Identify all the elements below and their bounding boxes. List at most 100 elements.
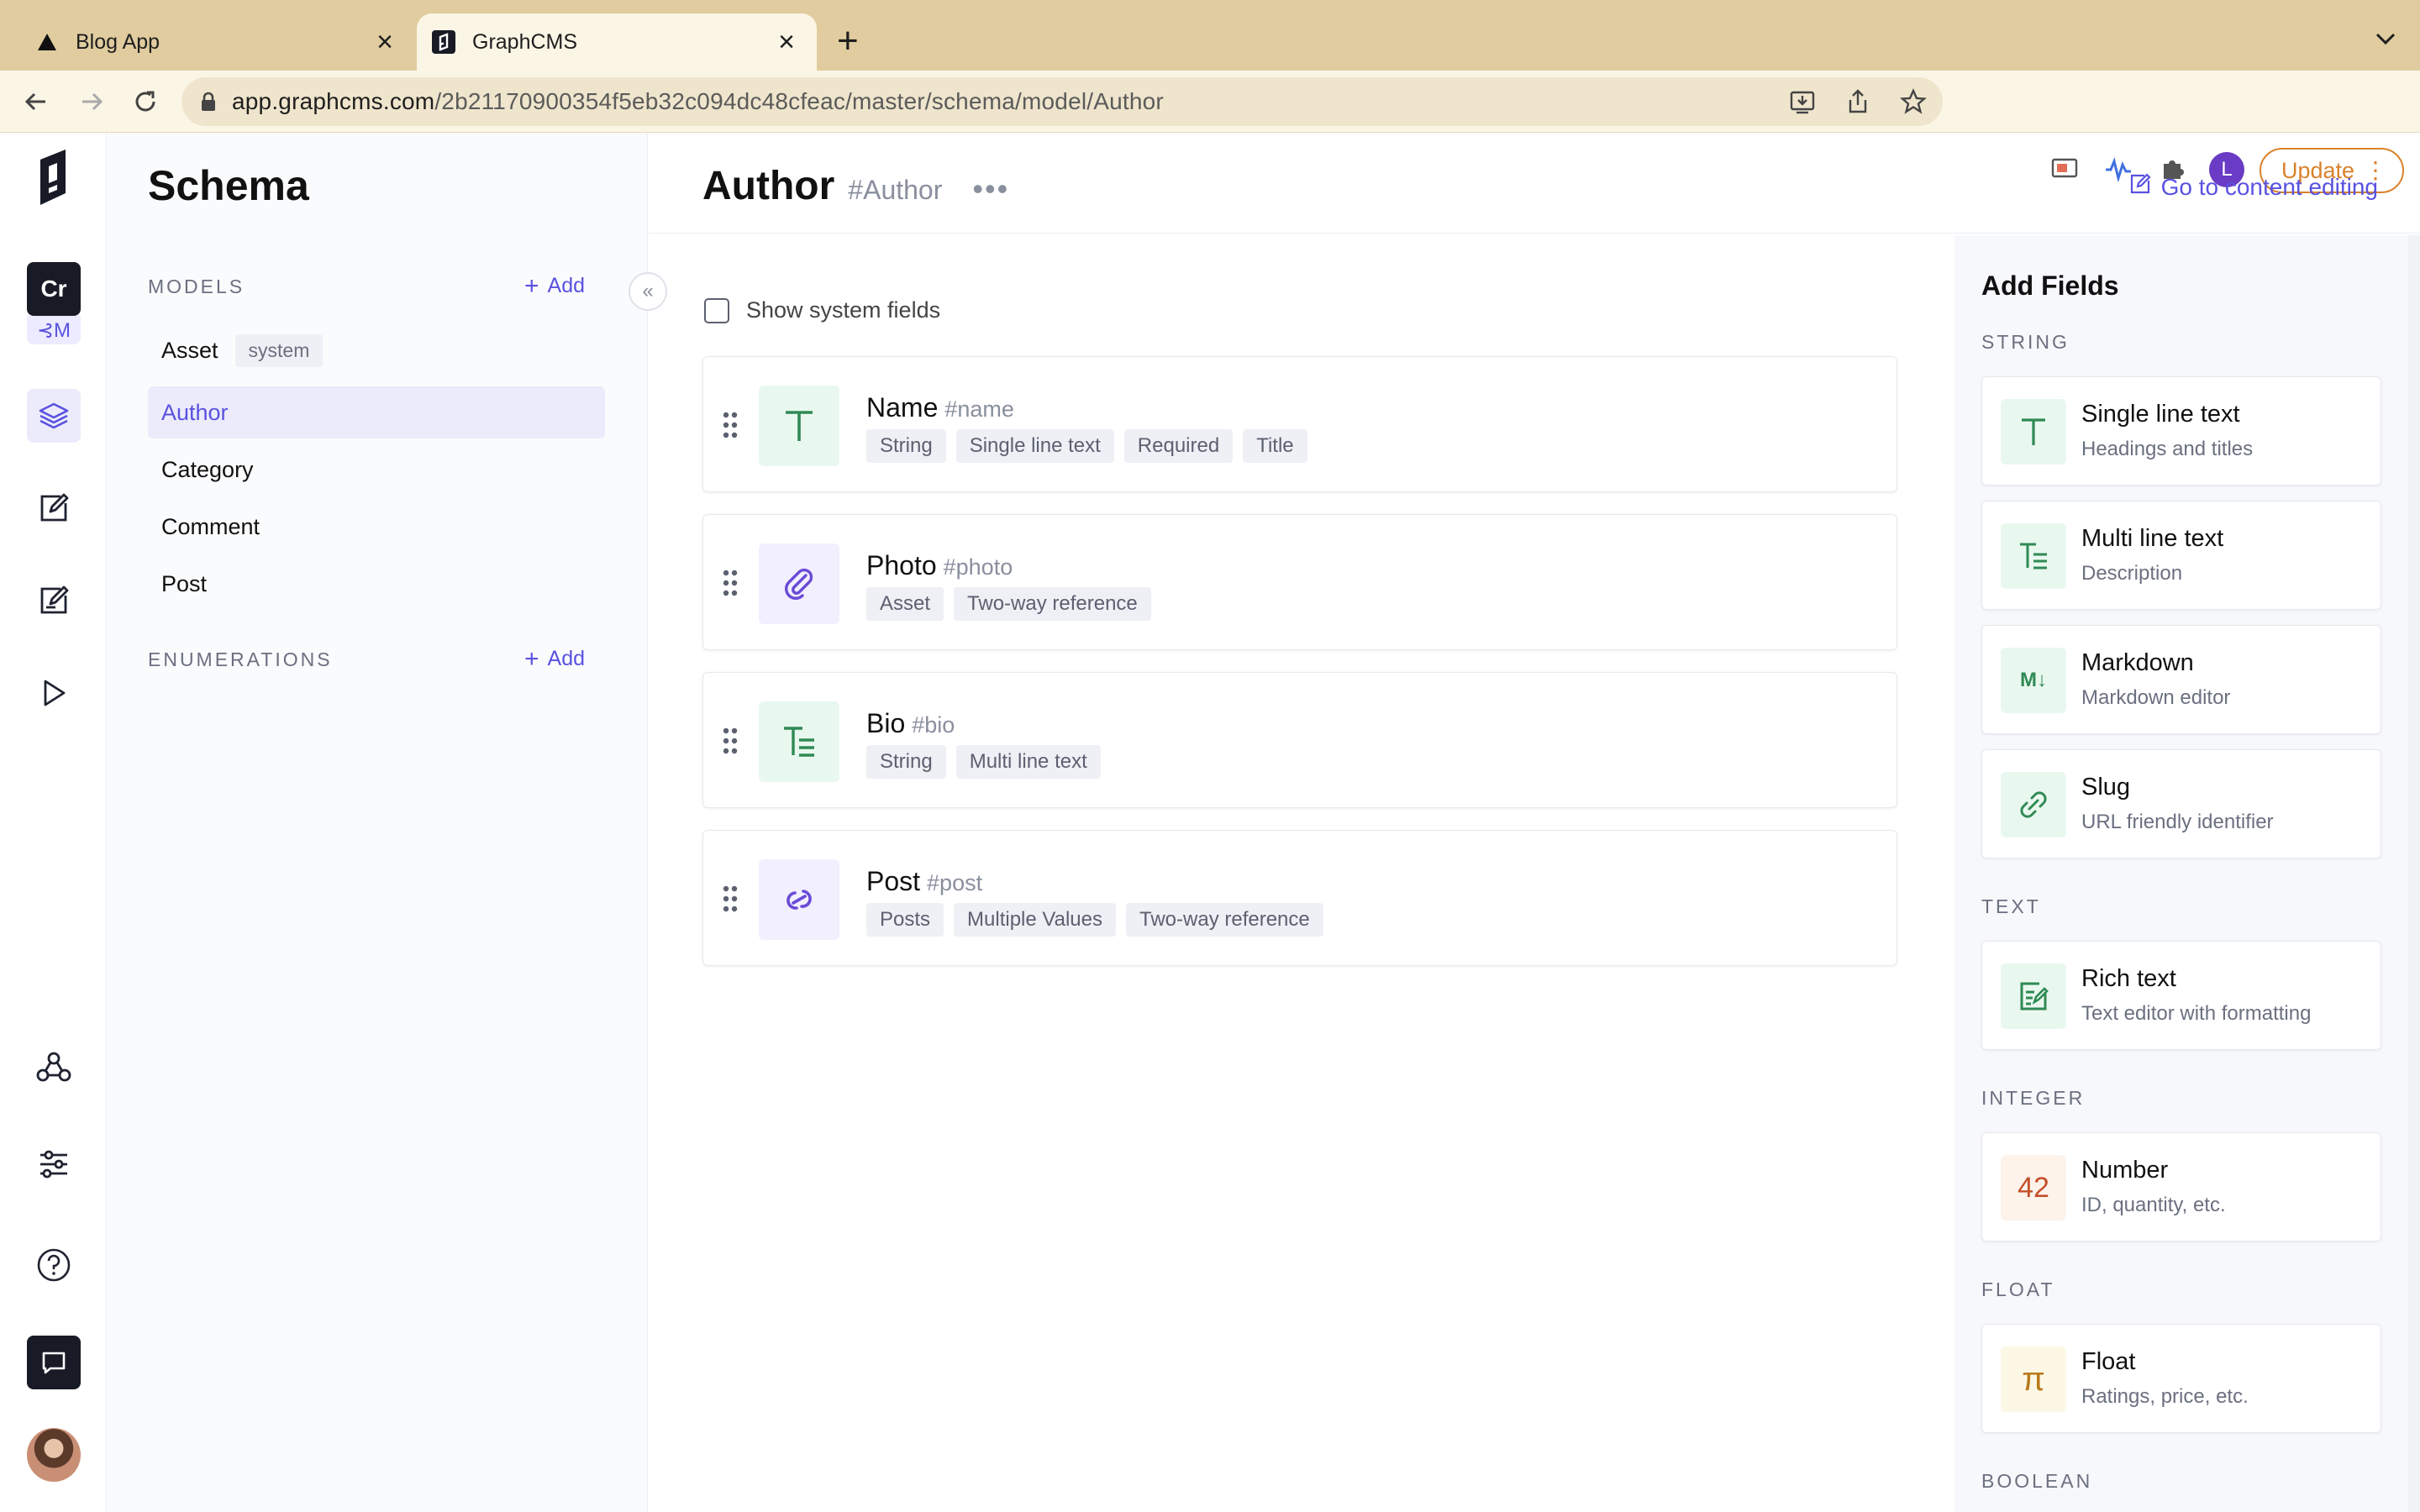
pi-glyph: π bbox=[2022, 1360, 2045, 1398]
api-playground-play-icon[interactable] bbox=[27, 666, 81, 720]
field-name: Post bbox=[866, 866, 921, 896]
user-avatar[interactable] bbox=[27, 1428, 81, 1482]
section-integer: INTEGER bbox=[1981, 1087, 2086, 1109]
field-tag: Posts bbox=[866, 903, 944, 937]
sidebar-item-post[interactable]: Post bbox=[148, 558, 605, 610]
chat-support-icon[interactable] bbox=[27, 1336, 81, 1389]
system-badge: system bbox=[234, 333, 324, 367]
sidebar-item-comment[interactable]: Comment bbox=[148, 501, 605, 553]
browser-tab-bar: Blog App × GraphCMS × + bbox=[0, 0, 2420, 71]
sidebar-title: Schema bbox=[148, 162, 309, 209]
field-tag: Two-way reference bbox=[1126, 903, 1323, 937]
close-tab-icon[interactable]: × bbox=[770, 26, 803, 59]
field-name: Name bbox=[866, 392, 939, 423]
field-row-photo[interactable]: Photo #photo Asset Two-way reference bbox=[702, 514, 1897, 650]
add-field-single-line-text[interactable]: Single line text Headings and titles bbox=[1981, 376, 2381, 486]
field-type-name: Multi line text bbox=[2081, 525, 2224, 552]
field-name: Bio bbox=[866, 708, 906, 738]
drag-handle-icon[interactable] bbox=[722, 727, 739, 755]
content-edit-icon[interactable] bbox=[27, 481, 81, 535]
chain-link-icon bbox=[2001, 772, 2066, 837]
settings-sliders-icon[interactable] bbox=[27, 1137, 81, 1191]
field-type-name: Number bbox=[2081, 1157, 2169, 1184]
add-fields-panel: Add Fields STRING Single line text Headi… bbox=[1954, 235, 2408, 1512]
graphcms-logo-icon[interactable] bbox=[27, 150, 81, 205]
add-field-rich-text[interactable]: Rich text Text editor with formatting bbox=[1981, 941, 2381, 1050]
sidebar-item-asset[interactable]: Asset system bbox=[148, 324, 605, 376]
model-api-id: #Author bbox=[848, 175, 943, 205]
field-api-id: #photo bbox=[943, 554, 1013, 580]
go-to-content-editing-link[interactable]: Go to content editing bbox=[2129, 173, 2378, 201]
plus-icon: + bbox=[524, 644, 539, 673]
share-icon[interactable] bbox=[1842, 86, 1874, 118]
schema-layers-icon[interactable] bbox=[27, 389, 81, 443]
field-tag: Multiple Values bbox=[954, 903, 1116, 937]
add-field-number[interactable]: 42 Number ID, quantity, etc. bbox=[1981, 1132, 2381, 1242]
content-edit-alt-icon[interactable] bbox=[27, 574, 81, 627]
field-api-id: #bio bbox=[912, 712, 955, 738]
add-field-slug[interactable]: Slug URL friendly identifier bbox=[1981, 749, 2381, 858]
lock-icon[interactable] bbox=[200, 92, 217, 112]
tab-graphcms[interactable]: GraphCMS × bbox=[417, 13, 817, 71]
models-section-label: MODELS bbox=[148, 276, 245, 297]
field-type-name: Slug bbox=[2081, 774, 2131, 801]
field-tag: Multi line text bbox=[955, 745, 1101, 779]
install-app-icon[interactable] bbox=[1786, 86, 1818, 118]
add-label: Add bbox=[547, 647, 586, 670]
address-bar[interactable]: app.graphcms.com/2b21170900354f5eb32c094… bbox=[182, 77, 1943, 126]
bookmark-star-icon[interactable] bbox=[1897, 86, 1929, 118]
sidebar-item-author[interactable]: Author bbox=[148, 386, 605, 438]
plus-icon: + bbox=[524, 271, 539, 300]
project-switcher[interactable]: Cr bbox=[27, 262, 81, 316]
drag-handle-icon[interactable] bbox=[722, 569, 739, 597]
field-tag: Required bbox=[1123, 429, 1234, 463]
system-fields-checkbox[interactable] bbox=[704, 297, 729, 323]
field-type-name: Float bbox=[2081, 1348, 2136, 1375]
number-42-icon: 42 bbox=[2001, 1155, 2066, 1221]
environment-badge[interactable]: ⊰M bbox=[27, 316, 81, 344]
section-boolean: BOOLEAN bbox=[1981, 1470, 2093, 1492]
tab-search-chevron-icon[interactable] bbox=[2375, 25, 2396, 51]
back-arrow-icon[interactable] bbox=[15, 81, 57, 123]
add-fields-title: Add Fields bbox=[1981, 270, 2119, 301]
enumerations-section-label: ENUMERATIONS bbox=[148, 648, 333, 670]
field-type-name: Markdown bbox=[2081, 649, 2194, 676]
sidebar-item-category[interactable]: Category bbox=[148, 444, 605, 496]
tab-blog-app[interactable]: Blog App × bbox=[20, 13, 415, 71]
webhooks-icon[interactable] bbox=[27, 1040, 81, 1094]
field-api-id: #name bbox=[944, 396, 1014, 422]
add-field-markdown[interactable]: M↓ Markdown Markdown editor bbox=[1981, 625, 2381, 734]
field-tag: String bbox=[866, 429, 946, 463]
add-field-multi-line-text[interactable]: Multi line text Description bbox=[1981, 501, 2381, 610]
forward-arrow-icon[interactable] bbox=[71, 81, 113, 123]
field-tag: Title bbox=[1243, 429, 1307, 463]
triangle-logo-icon bbox=[35, 30, 59, 54]
show-system-fields-toggle[interactable]: Show system fields bbox=[704, 297, 940, 323]
add-enumeration-button[interactable]: + Add bbox=[524, 644, 586, 673]
field-type-name: Single line text bbox=[2081, 401, 2240, 428]
number-glyph: 42 bbox=[2018, 1171, 2049, 1204]
reload-icon[interactable] bbox=[124, 81, 166, 123]
field-type-desc: ID, quantity, etc. bbox=[2081, 1194, 2226, 1216]
field-row-bio[interactable]: Bio #bio String Multi line text bbox=[702, 672, 1897, 808]
field-type-desc: Text editor with formatting bbox=[2081, 1002, 2312, 1025]
section-float: FLOAT bbox=[1981, 1278, 2055, 1300]
new-tab-plus-icon[interactable]: + bbox=[837, 20, 859, 62]
drag-handle-icon[interactable] bbox=[722, 885, 739, 913]
field-type-desc: Description bbox=[2081, 562, 2183, 585]
close-tab-icon[interactable]: × bbox=[368, 26, 402, 59]
add-model-button[interactable]: + Add bbox=[524, 271, 586, 300]
section-text: TEXT bbox=[1981, 895, 2041, 917]
add-label: Add bbox=[547, 274, 586, 297]
panel-scrollbar[interactable] bbox=[2408, 235, 2420, 1512]
tab-title: Blog App bbox=[76, 29, 160, 54]
field-row-name[interactable]: Name #name String Single line text Requi… bbox=[702, 356, 1897, 492]
graphcms-app: Cr ⊰M Schema MODELS + Add Asset system A… bbox=[0, 133, 2420, 1512]
model-header: Author #Author ••• Go to content editing bbox=[649, 133, 2420, 234]
drag-handle-icon[interactable] bbox=[722, 411, 739, 439]
add-field-float[interactable]: π Float Ratings, price, etc. bbox=[1981, 1324, 2381, 1433]
more-options-icon[interactable]: ••• bbox=[972, 171, 1009, 207]
field-name: Photo bbox=[866, 550, 937, 580]
field-row-post[interactable]: Post #post Posts Multiple Values Two-way… bbox=[702, 830, 1897, 966]
help-question-icon[interactable] bbox=[27, 1238, 81, 1292]
